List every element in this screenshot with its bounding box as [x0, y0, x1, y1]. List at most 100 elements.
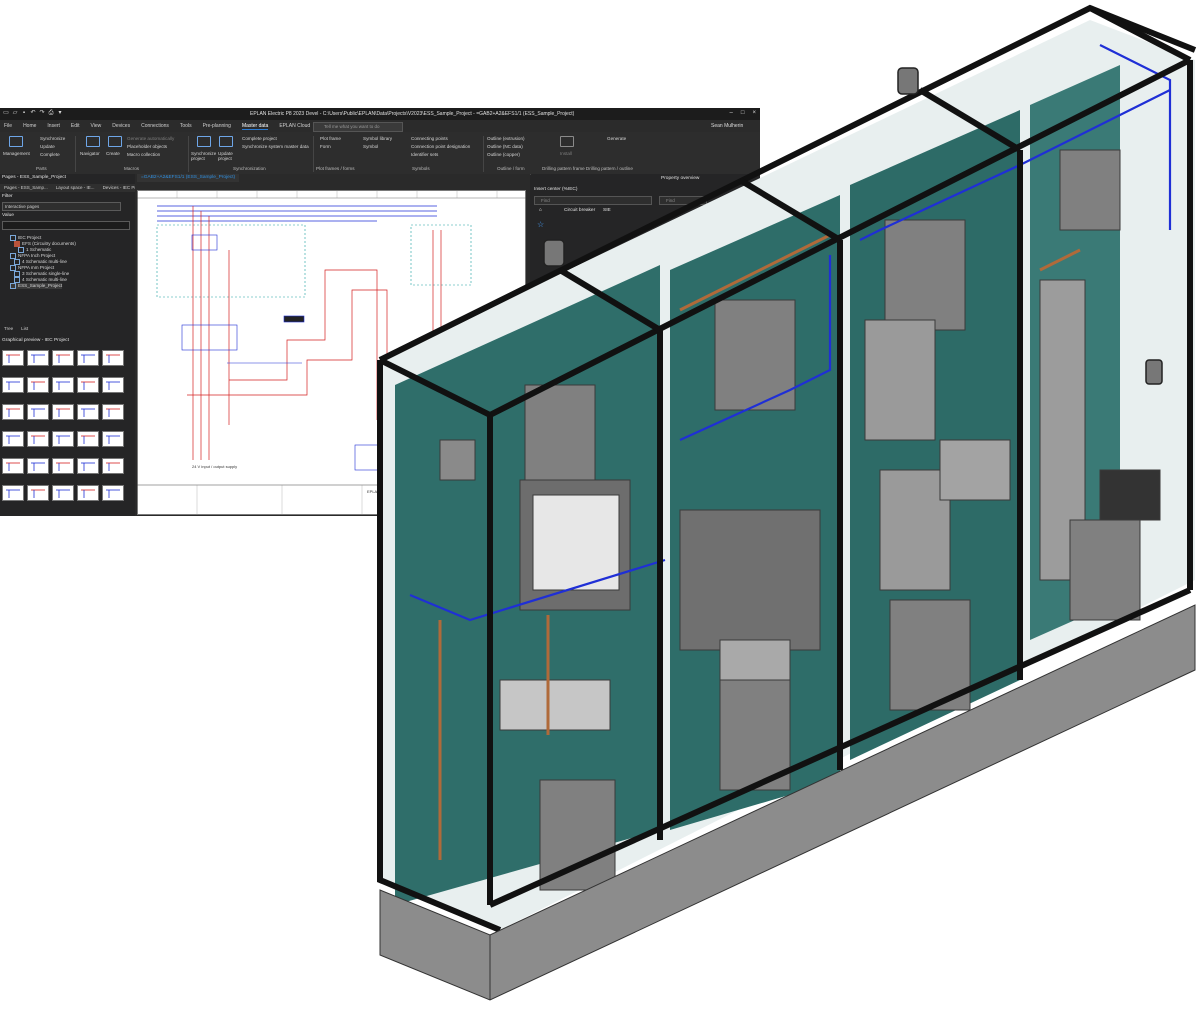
menu-pre-planning[interactable]: Pre-planning — [203, 123, 231, 129]
menu-view[interactable]: View — [91, 123, 102, 129]
update-project-icon[interactable] — [219, 136, 233, 147]
page-thumbnail[interactable] — [102, 485, 124, 501]
page-thumbnail[interactable] — [102, 458, 124, 474]
tab-pages[interactable]: Pages - ESS_Samp... — [0, 184, 52, 192]
install-button[interactable]: Install — [560, 151, 572, 156]
page-thumbnail[interactable] — [102, 431, 124, 447]
create-icon[interactable] — [108, 136, 122, 147]
tab-layout-space[interactable]: Layout space - IE... — [52, 184, 99, 192]
create-button[interactable]: Create — [106, 151, 120, 156]
page-thumbnail[interactable] — [2, 350, 24, 366]
page-thumbnail[interactable] — [2, 404, 24, 420]
page-thumbnail[interactable] — [27, 458, 49, 474]
page-thumbnail[interactable] — [77, 485, 99, 501]
user-name[interactable]: Sean Mulherin — [711, 123, 743, 129]
insert-center-find[interactable]: Find — [534, 196, 652, 205]
new-icon[interactable]: ▭ — [3, 110, 9, 116]
ribbon: Management Synchronize Update Complete P… — [0, 132, 760, 175]
tell-me-search[interactable]: Tell me what you want to do — [313, 122, 403, 132]
tab-list[interactable]: List — [17, 326, 32, 333]
page-thumbnail[interactable] — [77, 350, 99, 366]
page-thumbnail[interactable] — [77, 458, 99, 474]
menu-devices[interactable]: Devices — [112, 123, 130, 129]
menu-file[interactable]: File — [4, 123, 12, 129]
page-thumbnail[interactable] — [27, 404, 49, 420]
value-input[interactable] — [2, 221, 130, 230]
page-thumbnail[interactable] — [102, 377, 124, 393]
customize-icon[interactable]: ▾ — [57, 110, 63, 116]
page-thumbnail[interactable] — [52, 458, 74, 474]
complete-project-button[interactable]: Complete project — [242, 136, 277, 141]
maximize-icon[interactable]: □ — [741, 110, 745, 116]
menu-connections[interactable]: Connections — [141, 123, 169, 129]
page-thumbnail[interactable] — [52, 404, 74, 420]
filter-select[interactable]: Interactive pages — [2, 202, 121, 211]
menu-home[interactable]: Home — [23, 123, 36, 129]
close-icon[interactable]: × — [752, 110, 756, 116]
page-thumbnail[interactable] — [27, 350, 49, 366]
menu-eplan-cloud[interactable]: EPLAN Cloud — [279, 123, 310, 129]
menu-master-data[interactable]: Master data — [241, 123, 269, 130]
home-icon[interactable]: ⌂ — [539, 208, 542, 213]
connection-point-designation-button[interactable]: Connection point designation — [411, 144, 470, 149]
value-label: Value — [2, 213, 14, 218]
minimize-icon[interactable]: – — [730, 110, 733, 116]
page-thumbnail[interactable] — [27, 377, 49, 393]
document-tab[interactable]: =GAB2+A2&EFS1/1 (ESS_Sample_Project) — [137, 174, 240, 182]
complete-button[interactable]: Complete — [40, 152, 60, 157]
management-icon[interactable] — [9, 136, 23, 147]
identifier-sets-button[interactable]: Identifier sets — [411, 152, 438, 157]
plot-frame-button[interactable]: Plot frame — [320, 136, 341, 141]
outline-copper-button[interactable]: Outline (copper) — [487, 152, 520, 157]
breadcrumb-item[interactable]: Circuit breaker — [564, 208, 595, 213]
macro-collection-button[interactable]: Macro collection — [127, 152, 160, 157]
update-button[interactable]: Update — [40, 144, 55, 149]
menu-edit[interactable]: Edit — [71, 123, 80, 129]
open-icon[interactable]: ▱ — [12, 110, 18, 116]
outline-extrusion-button[interactable]: Outline (extrusion) — [487, 136, 525, 141]
page-thumbnail[interactable] — [52, 377, 74, 393]
synchronization-group-label: Synchronization — [233, 166, 266, 171]
page-thumbnail[interactable] — [2, 485, 24, 501]
tab-tree[interactable]: Tree — [0, 326, 17, 333]
navigator-icon[interactable] — [86, 136, 100, 147]
update-project-button[interactable]: Update project — [218, 151, 236, 161]
generate-button[interactable]: Generate — [607, 136, 626, 141]
print-icon[interactable]: ⎙ — [48, 110, 54, 116]
outline-nc-data-button[interactable]: Outline (NC data) — [487, 144, 523, 149]
connecting-points-button[interactable]: Connecting points — [411, 136, 448, 141]
symbol-library-button[interactable]: Symbol library — [363, 136, 392, 141]
redo-icon[interactable]: ↷ — [39, 110, 45, 116]
navigator-button[interactable]: Navigator — [80, 151, 100, 156]
page-thumbnail[interactable] — [27, 431, 49, 447]
menu-insert[interactable]: Insert — [47, 123, 60, 129]
page-thumbnail[interactable] — [102, 350, 124, 366]
save-icon[interactable]: ▪ — [21, 110, 27, 116]
synchronize-button[interactable]: Synchronize — [40, 136, 65, 141]
sync-system-master-data-button[interactable]: Synchronize system master data — [242, 144, 309, 149]
page-thumbnail[interactable] — [52, 350, 74, 366]
page-thumbnail[interactable] — [2, 377, 24, 393]
generate-automatically-button[interactable]: Generate automatically — [127, 136, 174, 141]
page-thumbnail[interactable] — [102, 404, 124, 420]
page-thumbnail[interactable] — [27, 485, 49, 501]
page-thumbnail[interactable] — [52, 431, 74, 447]
undo-icon[interactable]: ↶ — [30, 110, 36, 116]
page-thumbnail[interactable] — [2, 458, 24, 474]
management-button[interactable]: Management — [3, 151, 30, 156]
synchronize-project-button[interactable]: Synchronize project — [191, 151, 216, 161]
page-thumbnail[interactable] — [77, 377, 99, 393]
page-thumbnail[interactable] — [77, 404, 99, 420]
placeholder-objects-button[interactable]: Placeholder objects — [127, 144, 167, 149]
menu-tools[interactable]: Tools — [180, 123, 192, 129]
favorite-star-icon[interactable]: ☆ — [537, 220, 544, 229]
form-button[interactable]: Form — [320, 144, 331, 149]
synchronize-project-icon[interactable] — [197, 136, 211, 147]
tree-item-selected[interactable]: ESS_Sample_Project — [10, 283, 63, 289]
symbol-button[interactable]: Symbol — [363, 144, 378, 149]
install-icon[interactable] — [560, 136, 574, 147]
page-thumbnail[interactable] — [77, 431, 99, 447]
page-thumbnail[interactable] — [2, 431, 24, 447]
breadcrumb-item[interactable]: SIE — [603, 208, 611, 213]
page-thumbnail[interactable] — [52, 485, 74, 501]
